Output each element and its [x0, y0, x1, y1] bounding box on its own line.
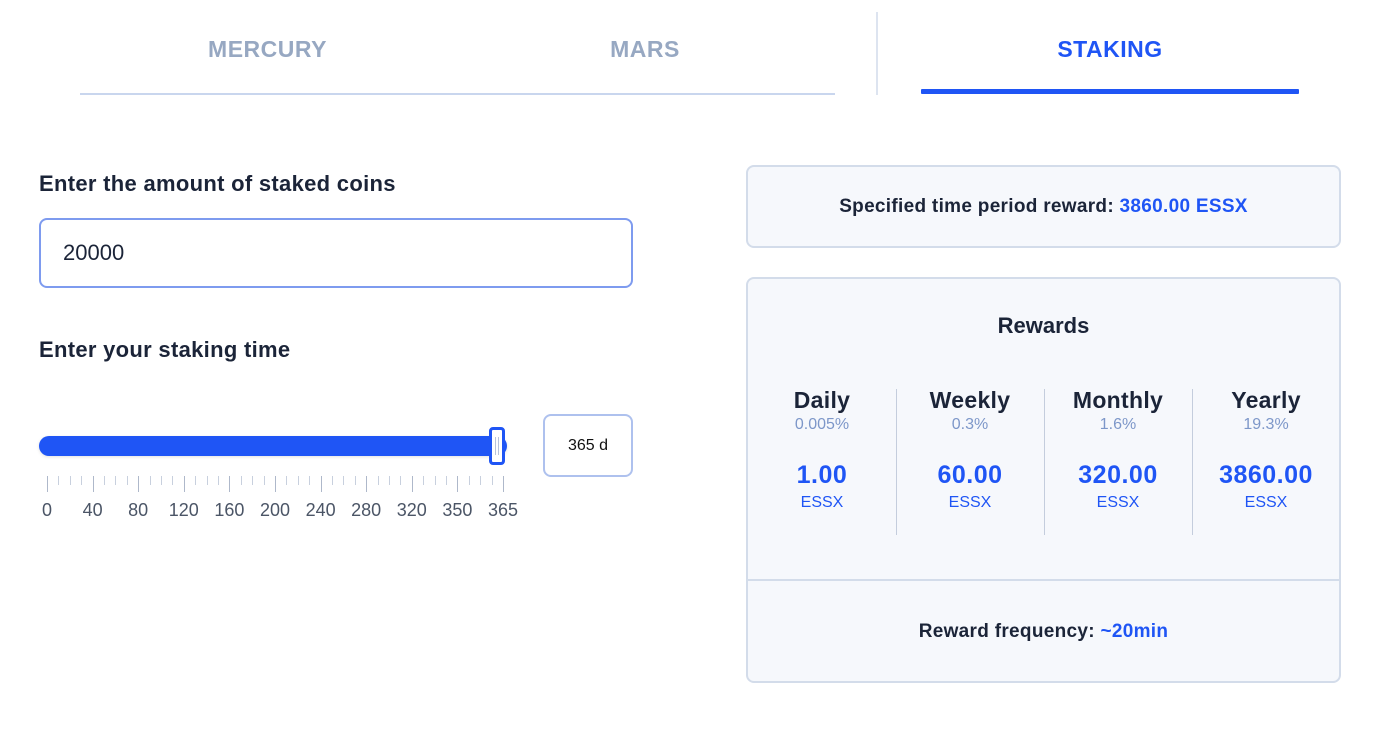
slider-tick-minor: [104, 476, 105, 485]
reward-percent: 0.3%: [951, 416, 989, 433]
slider-tick-minor: [480, 476, 482, 485]
slider-tick-minor: [297, 476, 299, 485]
slider-tick-major: [320, 476, 322, 492]
slider-tick-minor: [354, 476, 356, 485]
slider-tick-minor: [206, 476, 208, 485]
reward-period-name: Daily: [793, 387, 851, 413]
slider-tick-minor: [218, 476, 219, 485]
reward-amount: 1.00: [796, 461, 848, 489]
slider-tick-minor: [115, 476, 117, 485]
slider-tick-major: [138, 476, 140, 492]
slider-tick-minor: [468, 476, 470, 485]
reward-column-monthly: Monthly 1.6% 320.00 ESSX: [1044, 387, 1192, 512]
slider-tick-label: 0: [41, 500, 53, 520]
slider-tick-minor: [149, 476, 151, 485]
reward-period-name: Yearly: [1231, 387, 1301, 413]
reward-unit: ESSX: [1096, 494, 1140, 511]
slider-tick-major: [183, 476, 185, 492]
slider-tick-minor: [343, 476, 345, 485]
active-tab-indicator: [921, 89, 1299, 94]
slider-tick-minor: [434, 476, 436, 485]
slider-ticks: [47, 476, 504, 492]
slider-tick-minor: [446, 476, 447, 485]
slider-tick-minor: [81, 476, 83, 485]
slider-tick-minor: [172, 476, 174, 485]
slider-tick-minor: [491, 476, 493, 485]
tab-staking[interactable]: STAKING: [921, 36, 1299, 63]
slider-tick-minor: [252, 476, 254, 485]
period-reward-value: 3860.00 ESSX: [1119, 195, 1248, 217]
slider-tick-label: 40: [82, 500, 103, 520]
slider-tick-minor: [263, 476, 265, 485]
slider-tick-label: 320: [396, 500, 427, 520]
slider-tick-label: 120: [168, 500, 199, 520]
slider-tick-major: [47, 476, 48, 492]
slider-tick-major: [229, 476, 231, 492]
slider-tick-minor: [58, 476, 60, 485]
amount-input[interactable]: [39, 218, 633, 288]
staking-time-slider-track[interactable]: [39, 436, 507, 456]
staking-time-label: Enter your staking time: [39, 337, 291, 362]
reward-frequency-label: Reward frequency:: [918, 621, 1101, 642]
slider-tick-minor: [389, 476, 390, 485]
reward-column-yearly: Yearly 19.3% 3860.00 ESSX: [1192, 387, 1340, 512]
tab-mercury[interactable]: MERCURY: [80, 36, 455, 63]
tab-divider: [876, 12, 878, 95]
slider-tick-minor: [161, 476, 162, 485]
slider-tick-label: 350: [442, 500, 473, 520]
reward-percent: 1.6%: [1099, 416, 1137, 433]
slider-thumb[interactable]: [489, 427, 505, 465]
slider-tick-minor: [377, 476, 379, 485]
reward-amount: 60.00: [937, 461, 1003, 489]
slider-tick-minor: [195, 476, 197, 485]
slider-tick-label: 80: [128, 500, 149, 520]
rewards-title: Rewards: [997, 313, 1090, 338]
slider-tick-label: 240: [305, 500, 336, 520]
slider-tick-label: 200: [259, 500, 291, 520]
slider-tick-minor: [423, 476, 425, 485]
slider-tick-minor: [69, 476, 71, 485]
reward-period-name: Monthly: [1072, 387, 1164, 413]
slider-tick-major: [275, 476, 276, 492]
reward-frequency: Reward frequency: ~20min: [748, 579, 1339, 683]
slider-tick-major: [457, 476, 459, 492]
slider-fill: [39, 436, 507, 456]
reward-column-weekly: Weekly 0.3% 60.00 ESSX: [896, 387, 1044, 512]
slider-tick-minor: [309, 476, 311, 485]
tab-mars[interactable]: MARS: [455, 36, 835, 63]
reward-period-name: Weekly: [929, 387, 1011, 413]
slider-tick-label: 365: [487, 500, 519, 520]
slider-tick-major: [366, 476, 368, 492]
slider-tick-major: [411, 476, 413, 492]
period-reward-summary: Specified time period reward: 3860.00 ES…: [746, 165, 1341, 248]
staking-days-display: 365 d: [543, 414, 633, 477]
slider-tick-major: [92, 476, 94, 492]
slider-tick-minor: [400, 476, 402, 485]
reward-amount: 320.00: [1078, 461, 1158, 489]
slider-tick-minor: [332, 476, 333, 485]
reward-frequency-value: ~20min: [1100, 621, 1169, 642]
slider-tick-minor: [240, 476, 242, 485]
period-reward-label: Specified time period reward:: [839, 195, 1120, 217]
reward-unit: ESSX: [800, 494, 844, 511]
reward-unit: ESSX: [948, 494, 992, 511]
amount-label: Enter the amount of staked coins: [39, 171, 396, 196]
rewards-card: Rewards Daily 0.005% 1.00 ESSX Weekly 0.…: [746, 277, 1341, 683]
slider-tick-label: 160: [214, 500, 245, 520]
slider-tick-major: [503, 476, 504, 492]
reward-percent: 0.005%: [794, 416, 850, 433]
slider-tick-minor: [126, 476, 128, 485]
reward-unit: ESSX: [1244, 494, 1288, 511]
reward-percent: 19.3%: [1243, 416, 1289, 433]
reward-amount: 3860.00: [1219, 461, 1313, 489]
reward-column-daily: Daily 0.005% 1.00 ESSX: [748, 387, 896, 512]
slider-tick-minor: [286, 476, 288, 485]
slider-tick-label: 280: [351, 500, 382, 520]
